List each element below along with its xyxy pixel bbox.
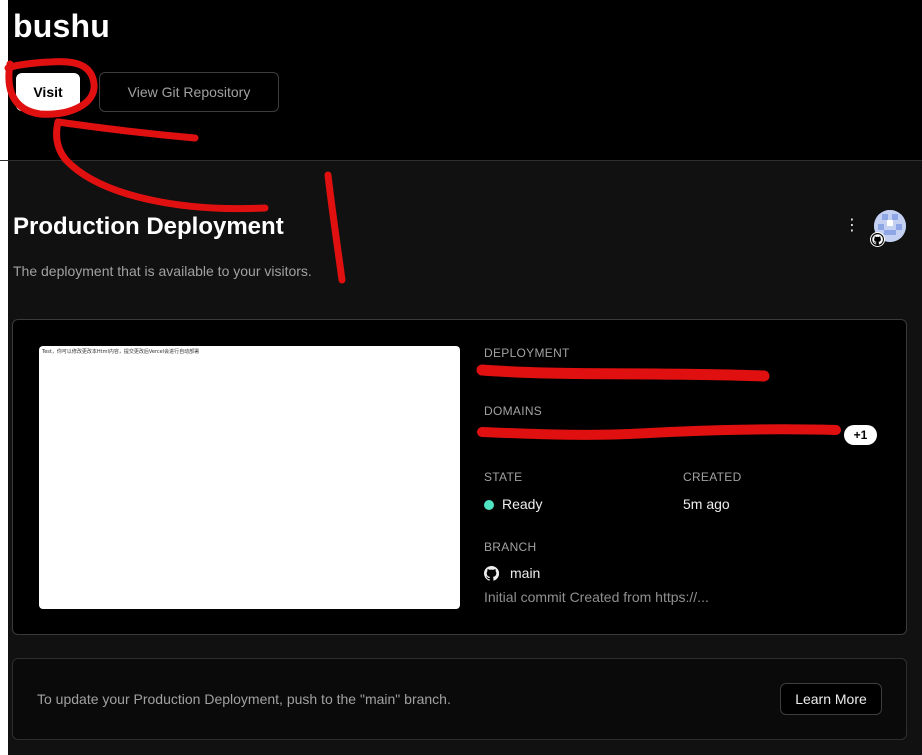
section-subtitle: The deployment that is available to your… [13,263,312,279]
project-header: bushu Visit View Git Repository [0,0,922,160]
github-icon [483,565,500,581]
domains-extra-badge[interactable]: +1 [844,425,877,445]
section-title: Production Deployment [13,213,284,240]
learn-more-button[interactable]: Learn More [780,683,882,715]
status-dot-icon [484,500,494,510]
left-edge-bar [0,161,8,755]
update-info-bar: To update your Production Deployment, pu… [12,658,907,740]
page: bushu Visit View Git Repository Producti… [0,0,922,755]
visit-button[interactable]: Visit [16,73,80,111]
commit-message[interactable]: Initial commit Created from https://... [484,589,709,605]
created-label: CREATED [683,470,742,484]
project-title: bushu [13,8,110,44]
preview-text: Test，你可以修改更改本Html内容，提交更改后Vercel会进行自动部署 [42,349,200,355]
state-label: STATE [484,470,523,484]
update-info-text: To update your Production Deployment, pu… [37,691,451,707]
deployment-preview[interactable]: Test，你可以修改更改本Html内容，提交更改后Vercel会进行自动部署 [39,346,460,609]
github-badge-icon [870,232,885,247]
left-edge-bar [0,0,8,160]
state-value: Ready [502,496,543,512]
domains-label: DOMAINS [484,404,543,418]
created-value: 5m ago [683,496,730,512]
more-vertical-icon[interactable]: ⋮ [842,215,862,237]
deployment-label: DEPLOYMENT [484,346,570,360]
branch-label: BRANCH [484,540,537,554]
view-git-repository-button[interactable]: View Git Repository [99,72,279,112]
production-section: Production Deployment The deployment tha… [0,160,922,755]
branch-value[interactable]: main [510,565,540,581]
deployment-card: Test，你可以修改更改本Html内容，提交更改后Vercel会进行自动部署 D… [12,319,907,635]
